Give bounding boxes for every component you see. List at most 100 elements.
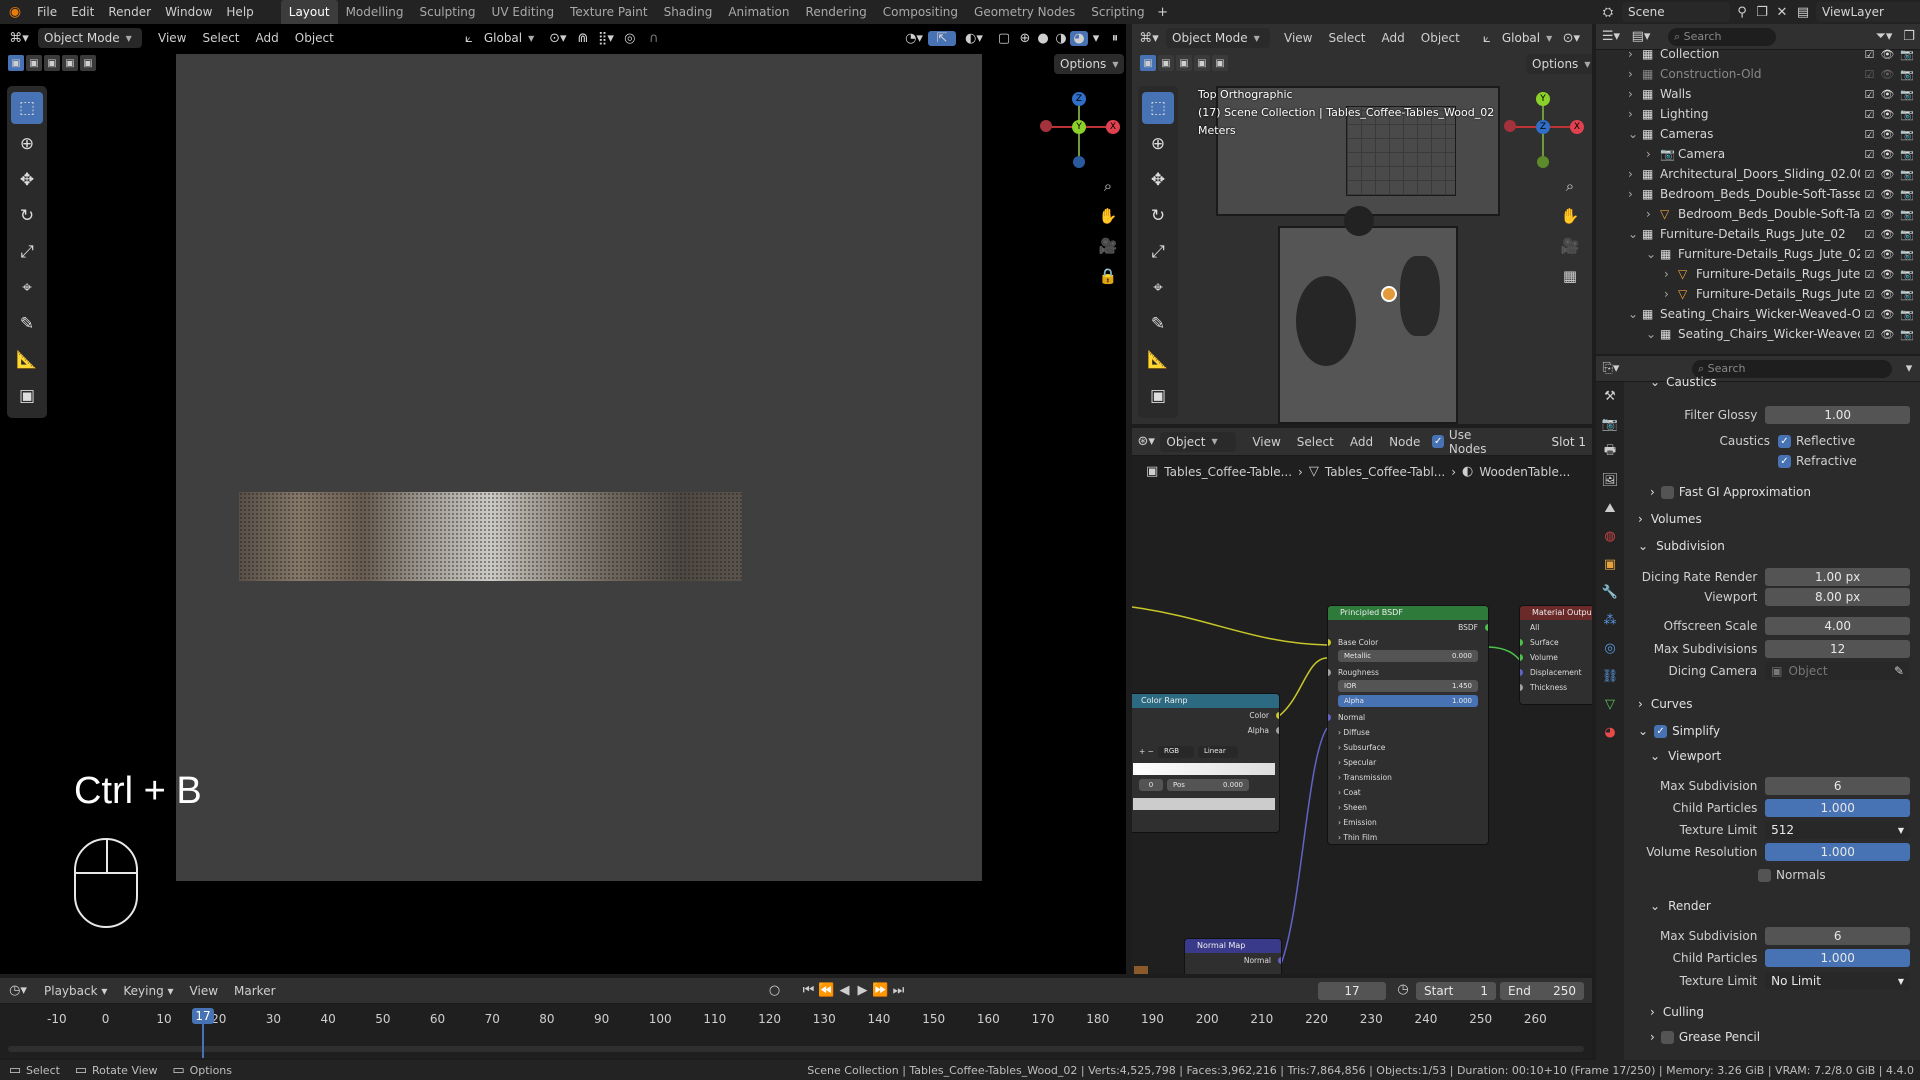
simplify-checkbox[interactable]: ✓ bbox=[1654, 724, 1668, 738]
right-menu-view[interactable]: View bbox=[1276, 31, 1320, 45]
right-select-new-icon[interactable]: ▣ bbox=[1140, 55, 1156, 71]
annotate-tool-icon[interactable]: ✎ bbox=[11, 308, 43, 340]
camera-render-icon[interactable]: 📷 bbox=[1900, 148, 1914, 161]
gizmo-toggle-icon[interactable]: ⇱ bbox=[928, 30, 956, 46]
current-frame-field[interactable]: 17 bbox=[1318, 982, 1386, 1000]
caustics-panel-header[interactable]: ⌄ Caustics bbox=[1650, 374, 1717, 390]
pivot-icon[interactable]: ⊙▾ bbox=[544, 31, 572, 46]
menu-object[interactable]: Object bbox=[287, 31, 342, 45]
start-frame-field[interactable]: Start 1 bbox=[1416, 982, 1496, 1000]
gizmo-y-icon[interactable]: Y bbox=[1072, 120, 1086, 134]
expand-toggle-icon[interactable]: ⌄ bbox=[1646, 327, 1660, 341]
next-keyframe-icon[interactable]: ⏩ bbox=[872, 983, 890, 998]
left-options-button[interactable]: Options ▼ bbox=[1054, 54, 1125, 74]
eye-icon[interactable]: 👁 bbox=[1880, 188, 1894, 201]
tab-texture-paint[interactable]: Texture Paint bbox=[562, 0, 655, 24]
exclude-checkbox-icon[interactable]: ☑ bbox=[1864, 328, 1874, 341]
outliner-row[interactable]: › ▽ Furniture-Details_Rugs_Jute ☑ 👁 📷 bbox=[1596, 264, 1920, 284]
fast-gi-checkbox[interactable] bbox=[1660, 485, 1674, 499]
marker-menu[interactable]: Marker bbox=[226, 984, 283, 998]
tab-compositing[interactable]: Compositing bbox=[875, 0, 966, 24]
view-layer-tab-icon[interactable]: 🖼 bbox=[1602, 466, 1619, 494]
editor-type-icon[interactable]: ⌘▾ bbox=[0, 31, 38, 46]
expand-toggle-icon[interactable]: › bbox=[1664, 267, 1678, 281]
clock-icon[interactable]: ◷ bbox=[1394, 982, 1412, 997]
new-scene-icon[interactable]: ❐ bbox=[1754, 5, 1770, 20]
subdivision-panel[interactable]: ⌄ Subdivision bbox=[1638, 536, 1725, 556]
eye-icon[interactable]: 👁 bbox=[1880, 288, 1894, 301]
exclude-checkbox-icon[interactable]: ☑ bbox=[1864, 68, 1874, 81]
expand-toggle-icon[interactable]: › bbox=[1628, 167, 1642, 181]
material-output-node[interactable]: Material Output All Surface Volume Displ… bbox=[1519, 605, 1592, 705]
view-layer-selector[interactable]: ViewLayer bbox=[1816, 2, 1920, 22]
menu-help[interactable]: Help bbox=[219, 0, 260, 24]
mode-selector[interactable]: Object Mode ▼ bbox=[38, 28, 142, 48]
snap-target-icon[interactable]: ⣿▾ bbox=[594, 31, 618, 46]
navigation-gizmo[interactable]: Z Y X bbox=[1040, 88, 1120, 168]
material-tab-icon[interactable]: ◕ bbox=[1604, 718, 1615, 746]
right-move-tool-icon[interactable]: ✥ bbox=[1142, 164, 1174, 196]
outliner-row[interactable]: › 📷 Camera ☑ 👁 📷 bbox=[1596, 144, 1920, 164]
camera-render-icon[interactable]: 📷 bbox=[1900, 108, 1914, 121]
right-cursor-tool-icon[interactable]: ⊕ bbox=[1142, 128, 1174, 160]
expand-toggle-icon[interactable]: › bbox=[1664, 287, 1678, 301]
eye-icon[interactable]: 👁 bbox=[1880, 68, 1894, 81]
right-select-intersect-icon[interactable]: ▣ bbox=[1212, 55, 1228, 71]
exclude-checkbox-icon[interactable]: ☑ bbox=[1864, 48, 1874, 61]
eye-icon[interactable]: 👁 bbox=[1880, 208, 1894, 221]
select-box-tool-icon[interactable]: ⬚ bbox=[11, 92, 43, 124]
select-extend-icon[interactable]: ▣ bbox=[26, 55, 42, 71]
eye-icon[interactable]: 👁 bbox=[1880, 128, 1894, 141]
refractive-checkbox[interactable]: ✓ bbox=[1778, 454, 1791, 468]
right-pan-hand-icon[interactable]: ✋ bbox=[1556, 202, 1584, 230]
measure-tool-icon[interactable]: 📐 bbox=[11, 344, 43, 376]
add-cube-tool-icon[interactable]: ▣ bbox=[11, 380, 43, 412]
outliner-row[interactable]: › ▦ Construction-Old ☑ 👁 📷 bbox=[1596, 64, 1920, 84]
add-workspace-icon[interactable]: + bbox=[1153, 5, 1173, 20]
menu-view[interactable]: View bbox=[150, 31, 194, 45]
outliner-row[interactable]: › ▦ Collection ☑ 👁 📷 bbox=[1596, 44, 1920, 64]
color-ramp-node[interactable]: Color Ramp Color Alpha + − RGB Linear 0 … bbox=[1132, 693, 1280, 833]
camera-render-icon[interactable]: 📷 bbox=[1900, 48, 1914, 61]
playhead[interactable]: 17 bbox=[192, 1008, 214, 1024]
ramp-mode-select[interactable]: RGB bbox=[1157, 745, 1194, 758]
scene-tab-icon[interactable]: ⛰ bbox=[1605, 494, 1616, 522]
image-node-corner[interactable] bbox=[1134, 966, 1148, 974]
eye-icon[interactable]: 👁 bbox=[1880, 308, 1894, 321]
volumes-panel[interactable]: › Volumes bbox=[1638, 509, 1702, 529]
camera-render-icon[interactable]: 📷 bbox=[1900, 188, 1914, 201]
camera-render-icon[interactable]: 📷 bbox=[1900, 68, 1914, 81]
gizmo-neg-x-icon[interactable] bbox=[1040, 120, 1052, 132]
ramp-interp-select[interactable]: Linear bbox=[1197, 745, 1238, 758]
keying-menu[interactable]: Keying ▾ bbox=[115, 984, 181, 998]
falloff-icon[interactable]: ∩ bbox=[642, 31, 666, 46]
outliner-row[interactable]: › ▦ Lighting ☑ 👁 📷 bbox=[1596, 104, 1920, 124]
metallic-field[interactable]: Metallic 0.000 bbox=[1338, 650, 1478, 662]
eye-icon[interactable]: 👁 bbox=[1880, 248, 1894, 261]
playback-menu[interactable]: Playback ▾ bbox=[36, 984, 115, 998]
exclude-checkbox-icon[interactable]: ☑ bbox=[1864, 248, 1874, 261]
right-gizmo-neg-x-icon[interactable] bbox=[1504, 120, 1516, 132]
exclude-checkbox-icon[interactable]: ☑ bbox=[1864, 128, 1874, 141]
right-select-box-tool-icon[interactable]: ⬚ bbox=[1142, 92, 1174, 124]
grease-pencil-panel[interactable]: › Grease Pencil bbox=[1650, 1027, 1760, 1047]
right-orientation-icon[interactable]: ⟀ bbox=[1478, 31, 1496, 46]
expand-toggle-icon[interactable]: › bbox=[1628, 87, 1642, 101]
scale-tool-icon[interactable]: ⤢ bbox=[11, 236, 43, 268]
outliner-row[interactable]: ›▦Bedroom_Beds_Double-Soft-Tassel_01.☑👁📷 bbox=[1596, 184, 1920, 204]
curves-panel[interactable]: › Curves bbox=[1638, 694, 1692, 714]
grease-pencil-checkbox[interactable] bbox=[1660, 1030, 1674, 1044]
move-tool-icon[interactable]: ✥ bbox=[11, 164, 43, 196]
max-subdivisions-field[interactable]: 12 bbox=[1765, 640, 1910, 658]
properties-search-input[interactable]: ⌕ Search bbox=[1692, 359, 1892, 378]
exclude-checkbox-icon[interactable]: ☑ bbox=[1864, 168, 1874, 181]
right-annotate-tool-icon[interactable]: ✎ bbox=[1142, 308, 1174, 340]
eye-icon[interactable]: 👁 bbox=[1880, 88, 1894, 101]
ramp-index-field[interactable]: 0 bbox=[1139, 779, 1163, 791]
outliner-row[interactable]: ⌄▦Seating_Chairs_Wicker-Weaved-Outdo☑👁📷 bbox=[1596, 304, 1920, 324]
principled-bsdf-node[interactable]: Principled BSDF BSDF Base Color Metallic… bbox=[1327, 605, 1489, 845]
outliner-row[interactable]: ⌄▦Seating_Chairs_Wicker-Weaved-Ou☑👁📷 bbox=[1596, 324, 1920, 344]
right-gizmo-z-icon[interactable]: Z bbox=[1536, 120, 1550, 134]
visibility-icon[interactable]: ◔▾ bbox=[900, 31, 928, 46]
properties-type-icon[interactable]: ⎘▾ bbox=[1596, 361, 1626, 376]
